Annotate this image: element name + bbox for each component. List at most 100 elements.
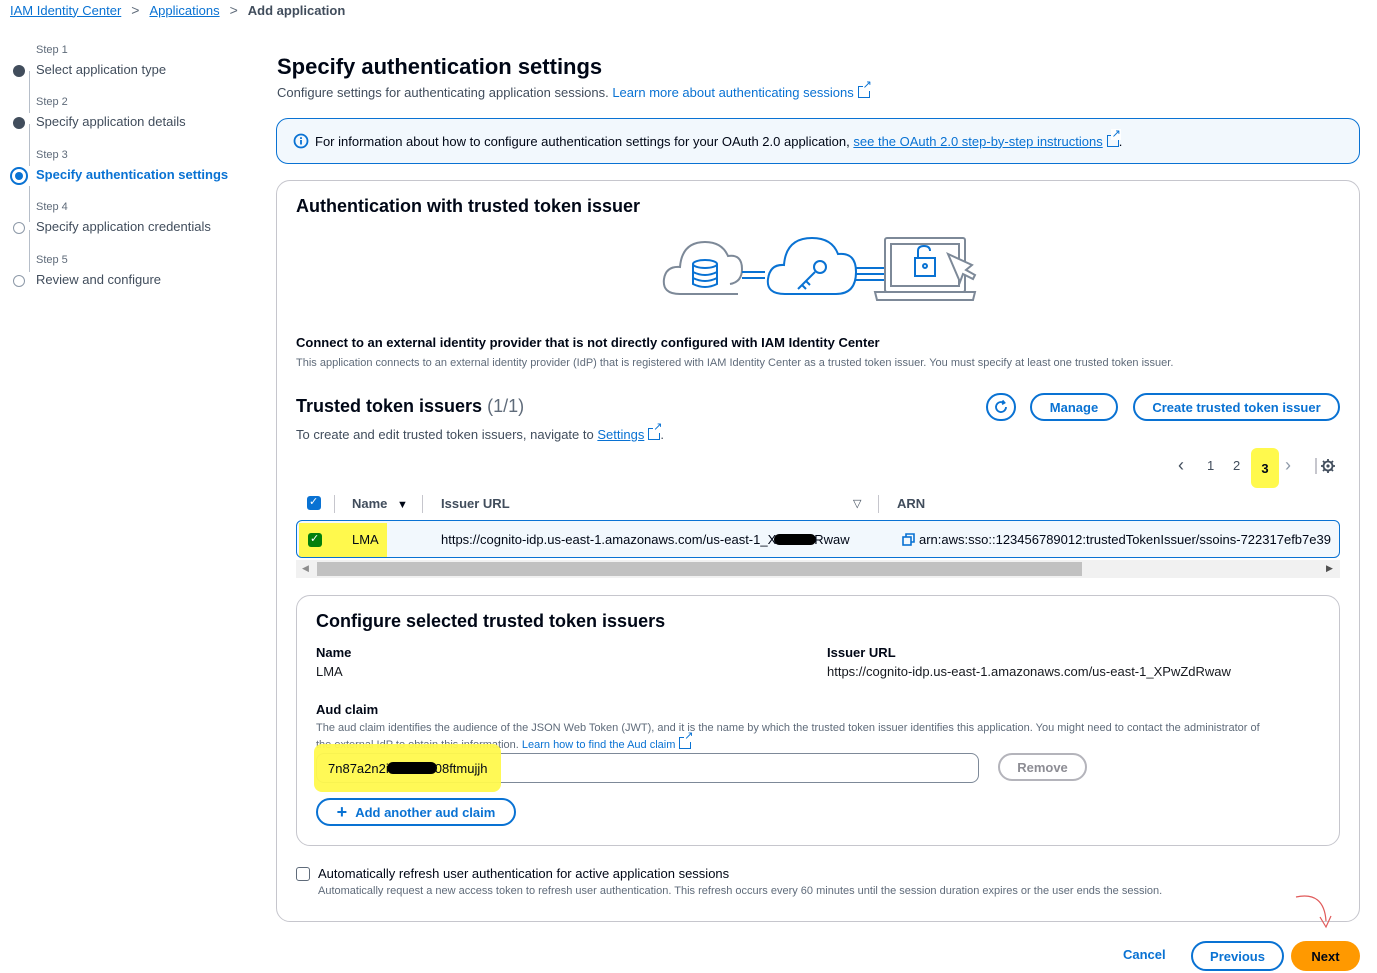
info-alert: For information about how to configure a… <box>276 118 1360 164</box>
aud-value-end: 08ftmujjh <box>434 761 488 776</box>
step-complete-icon <box>13 65 25 77</box>
redaction-mark <box>386 762 437 774</box>
chevron-right-icon: > <box>131 2 140 18</box>
refresh-button[interactable] <box>986 393 1016 421</box>
breadcrumb: IAM Identity Center > Applications > Add… <box>10 2 345 18</box>
cancel-button[interactable]: Cancel <box>1123 947 1166 962</box>
gear-icon[interactable] <box>1320 458 1336 474</box>
scrollbar-thumb[interactable] <box>317 562 1082 576</box>
name-label: Name <box>316 645 352 660</box>
breadcrumb-current: Add application <box>247 2 346 18</box>
aud-value-start: 7n87a2n2i <box>328 761 389 776</box>
auto-refresh-label[interactable]: Automatically refresh user authenticatio… <box>318 866 729 881</box>
info-icon <box>293 133 309 149</box>
description-text: Configure settings for authenticating ap… <box>277 85 609 100</box>
page-3[interactable]: 3 <box>1251 448 1279 488</box>
pagination-next-icon[interactable]: › <box>1285 455 1301 477</box>
row-arn: arn:aws:sso::123456789012:trustedTokenIs… <box>919 532 1331 547</box>
annotation-arrow-icon <box>1295 895 1332 929</box>
step-number: Step 3 <box>36 149 68 161</box>
find-aud-claim-label: Learn how to find the Aud claim <box>521 739 676 751</box>
external-link-icon <box>648 422 663 440</box>
step-label: Specify application details <box>36 114 186 129</box>
auto-refresh-description: Automatically request a new access token… <box>318 885 1163 897</box>
oauth-link-label: see the OAuth 2.0 step-by-step instructi… <box>853 133 1103 149</box>
breadcrumb-iam-identity-center[interactable]: IAM Identity Center <box>10 3 121 18</box>
add-aud-claim-button[interactable]: + Add another aud claim <box>316 798 516 826</box>
step-label: Specify authentication settings <box>36 167 229 182</box>
column-separator <box>334 495 335 513</box>
step-pending-icon <box>13 222 25 234</box>
step-connector <box>29 186 30 222</box>
column-header-issuer-url[interactable]: Issuer URL <box>441 496 510 511</box>
horizontal-scrollbar[interactable]: ◀ ▶ <box>296 560 1340 578</box>
table-row[interactable]: LMA https://cognito-idp.us-east-1.amazon… <box>296 520 1340 558</box>
column-separator <box>422 495 423 513</box>
scroll-left-icon[interactable]: ◀ <box>302 563 309 574</box>
step-label: Review and configure <box>36 272 162 287</box>
settings-link-label: Settings <box>597 427 645 442</box>
step-label: Select application type <box>36 62 167 77</box>
row-issuer-url-end: Rwaw <box>814 532 850 547</box>
step-number: Step 4 <box>36 201 68 213</box>
select-all-checkbox[interactable] <box>307 495 321 510</box>
issuers-desc-text: To create and edit trusted token issuers… <box>296 427 594 442</box>
plus-icon: + <box>336 802 348 822</box>
breadcrumb-applications[interactable]: Applications <box>149 3 219 18</box>
scroll-right-icon[interactable]: ▶ <box>1326 563 1333 574</box>
step-connector <box>29 230 30 272</box>
page-1[interactable]: 1 <box>1207 458 1214 473</box>
sort-descending-icon: ▼ <box>397 499 408 511</box>
oauth-instructions-link[interactable]: see the OAuth 2.0 step-by-step instructi… <box>853 128 1121 149</box>
create-trusted-token-issuer-button[interactable]: Create trusted token issuer <box>1133 393 1340 421</box>
learn-more-label: Learn more about authenticating sessions <box>612 85 854 100</box>
step-connector <box>29 71 30 113</box>
step-current-icon <box>10 167 28 185</box>
connect-description: This application connects to an external… <box>296 357 1174 369</box>
pagination-prev-icon[interactable]: ‹ <box>1178 455 1198 477</box>
previous-button[interactable]: Previous <box>1191 941 1284 971</box>
redaction-mark <box>774 534 817 545</box>
aud-claim-label: Aud claim <box>316 702 379 717</box>
page-description: Configure settings for authenticating ap… <box>277 80 872 100</box>
pagination-divider <box>1315 458 1317 474</box>
page-2[interactable]: 2 <box>1233 458 1240 473</box>
issuers-title-text: Trusted token issuers <box>296 396 483 416</box>
row-checkbox[interactable] <box>308 532 322 547</box>
add-aud-claim-label: Add another aud claim <box>355 804 496 820</box>
settings-link[interactable]: Settings <box>597 422 663 442</box>
column-header-arn[interactable]: ARN <box>897 496 925 511</box>
step-number: Step 2 <box>36 96 68 108</box>
column-separator <box>878 495 879 513</box>
chevron-right-icon: > <box>229 2 238 18</box>
row-name: LMA <box>352 532 379 547</box>
auto-refresh-checkbox[interactable] <box>296 867 310 881</box>
find-aud-claim-link[interactable]: Learn how to find the Aud claim <box>521 731 694 751</box>
row-issuer-url: https://cognito-idp.us-east-1.amazonaws.… <box>441 532 850 547</box>
step-label: Specify application credentials <box>36 219 211 234</box>
step-pending-icon <box>13 275 25 287</box>
manage-button[interactable]: Manage <box>1030 393 1118 421</box>
remove-button[interactable]: Remove <box>998 753 1087 781</box>
issuers-count: (1/1) <box>487 396 525 416</box>
info-alert-text: For information about how to configure a… <box>315 133 850 149</box>
connect-title: Connect to an external identity provider… <box>296 335 880 350</box>
next-button[interactable]: Next <box>1291 941 1360 971</box>
issuer-url-value: https://cognito-idp.us-east-1.amazonaws.… <box>827 664 1231 679</box>
name-value: LMA <box>316 664 343 679</box>
sort-icon[interactable]: ▽ <box>853 497 861 510</box>
page-title: Specify authentication settings <box>277 54 603 79</box>
issuer-url-label: Issuer URL <box>827 645 896 660</box>
row-issuer-url-start: https://cognito-idp.us-east-1.amazonaws.… <box>441 532 777 547</box>
column-header-name[interactable]: Name ▼ <box>352 496 408 511</box>
copy-icon[interactable] <box>902 533 916 547</box>
step-number: Step 5 <box>36 254 68 266</box>
configure-title: Configure selected trusted token issuers <box>316 611 666 631</box>
step-complete-icon <box>13 117 25 129</box>
aud-claim-description: The aud claim identifies the audience of… <box>316 722 1260 734</box>
column-name-label: Name <box>352 496 388 511</box>
learn-more-link[interactable]: Learn more about authenticating sessions <box>612 80 872 100</box>
refresh-icon <box>995 399 1007 413</box>
external-link-icon <box>679 731 694 749</box>
step-connector <box>29 124 30 166</box>
